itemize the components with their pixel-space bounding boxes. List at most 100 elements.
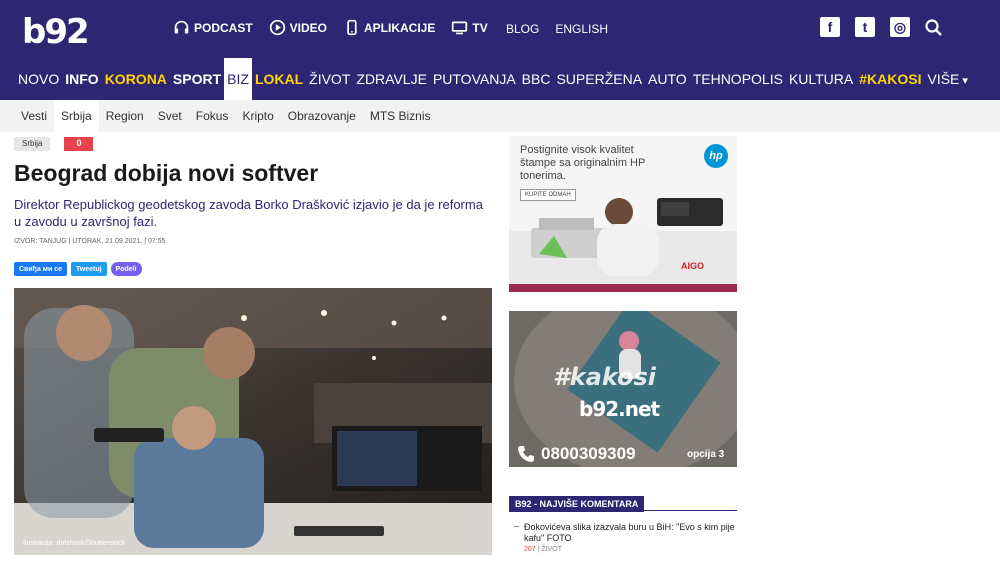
- main-nav-label: BBC: [521, 71, 551, 87]
- tv-label: TV: [472, 20, 488, 35]
- instagram-icon[interactable]: ◎: [890, 17, 910, 37]
- podcast-label: PODCAST: [194, 20, 253, 35]
- hp-logo: hp: [704, 144, 728, 168]
- video-label: VIDEO: [289, 20, 328, 35]
- kakosi-site: b92.net: [579, 397, 660, 421]
- main-nav-label: INFO: [65, 71, 99, 87]
- facebook-like-label: Свиђа ми се: [19, 265, 62, 273]
- hp-ad-bottom-bar: [509, 284, 737, 292]
- main-nav-label: BIZ: [227, 71, 249, 87]
- most-commented-item-count: 207: [524, 546, 536, 553]
- main-nav-item-auto[interactable]: AUTO: [645, 58, 690, 100]
- category-tag[interactable]: Srbija: [14, 137, 51, 151]
- sub-nav: Vesti Srbija Region Svet Fokus Kripto Obrazova…: [0, 100, 1000, 132]
- top-right-links: BLOG ENGLISH: [506, 22, 608, 36]
- viber-share-label: Podeli: [115, 265, 137, 273]
- photo-caption: Ilustracija: dotshock/Shutterstock: [23, 540, 126, 547]
- aigo-logo: AIGO: [681, 261, 705, 271]
- article-tag-row: Srbija 0: [14, 137, 94, 151]
- comment-count-badge[interactable]: 0: [64, 137, 94, 151]
- main-nav-item-biz[interactable]: BIZ: [224, 58, 252, 100]
- article-lead: Direktor Republickog geodetskog zavoda B…: [14, 197, 483, 229]
- podcast-link[interactable]: PODCAST: [173, 19, 253, 36]
- main-nav-item-život[interactable]: ŽIVOT: [306, 58, 353, 100]
- sub-nav-item-obrazovanje[interactable]: Obrazovanje: [281, 100, 363, 132]
- sub-nav-item-vesti[interactable]: Vesti: [14, 100, 54, 132]
- main-nav-item-više[interactable]: VIŠE ▾: [924, 58, 970, 100]
- main-nav-item-bbc[interactable]: BBC: [519, 58, 554, 100]
- article-meta: IZVOR: TANJUG | UTORAK, 21.09.2021. | 07…: [14, 238, 166, 245]
- most-commented-item-title[interactable]: Đokovićeva slika izazvala buru u BiH: "E…: [512, 522, 737, 544]
- main-nav-label: PUTOVANJA: [432, 71, 516, 87]
- main-nav-item-novo[interactable]: NOVO: [15, 58, 62, 100]
- chevron-down-icon: ▾: [962, 75, 968, 87]
- main-nav-label: ZDRAVLJE: [356, 71, 427, 87]
- b92-logo[interactable]: b92: [22, 12, 90, 52]
- most-commented-item-section: ŽIVOT: [541, 546, 563, 553]
- kakosi-phone: 0800309309: [516, 444, 636, 464]
- twitter-icon[interactable]: t: [855, 17, 875, 37]
- main-nav-label: VIŠE: [927, 71, 960, 87]
- facebook-like-button[interactable]: Свиђа ми се: [14, 262, 67, 276]
- main-nav-label: KULTURA: [788, 71, 854, 87]
- tv-icon: [452, 21, 468, 35]
- main-nav-item-kakosi[interactable]: #KAKOSI: [856, 58, 924, 100]
- kakosi-ad[interactable]: #kakosi b92.net 0800309309 opcija 3: [509, 311, 737, 467]
- main-nav-label: TEHNOPOLIS: [692, 71, 783, 87]
- tweet-label: Tweetuj: [76, 265, 102, 273]
- main-nav-label: AUTO: [648, 71, 687, 87]
- video-link[interactable]: VIDEO: [269, 19, 327, 36]
- apps-link[interactable]: APLIKACIJE: [343, 19, 435, 36]
- sub-nav-item-svet[interactable]: Svet: [151, 100, 189, 132]
- main-nav-label: #KAKOSI: [859, 71, 922, 87]
- most-commented-divider: [509, 510, 737, 511]
- main-nav-item-superžena[interactable]: SUPERŽENA: [553, 58, 645, 100]
- main-nav-item-lokal[interactable]: LOKAL: [252, 58, 306, 100]
- sub-nav-item-srbija[interactable]: Srbija: [54, 100, 99, 132]
- main-nav-item-zdravlje[interactable]: ZDRAVLJE: [353, 58, 430, 100]
- kakosi-hashtag: #kakosi: [553, 363, 656, 391]
- hp-ad-text: Postignite visok kvalitet štampe sa orig…: [520, 144, 646, 182]
- main-nav-label: NOVO: [18, 71, 60, 87]
- main-nav-label: LOKAL: [254, 71, 304, 87]
- tv-link[interactable]: TV: [451, 19, 488, 36]
- social-links: f t ◎: [820, 17, 910, 37]
- most-commented-item-meta: 207 | ŽIVOT: [512, 546, 737, 553]
- main-nav-item-kultura[interactable]: KULTURA: [786, 58, 856, 100]
- kakosi-phone-number: 0800309309: [541, 444, 636, 463]
- kakosi-option: opcija 3: [687, 449, 725, 460]
- top-nav: PODCAST VIDEO APLIKACIJE TV: [173, 19, 488, 36]
- blog-link[interactable]: BLOG: [506, 22, 539, 36]
- share-buttons: Свиђа ми се Tweetuj Podeli: [14, 262, 142, 276]
- headphones-icon: [174, 20, 189, 34]
- main-nav-item-korona[interactable]: KORONA: [102, 58, 170, 100]
- top-header: b92 PODCAST VIDEO APLIKACIJE TV BLOG ENG…: [0, 0, 1000, 100]
- english-link[interactable]: ENGLISH: [555, 22, 608, 36]
- facebook-icon[interactable]: f: [820, 17, 840, 37]
- main-nav-label: ŽIVOT: [309, 71, 351, 87]
- main-nav: NOVO INFO KORONA SPORT BIZ LOKAL ŽIVOT ZDRAVLJE…: [0, 58, 1000, 100]
- most-commented-item[interactable]: Đokovićeva slika izazvala buru u BiH: "E…: [512, 522, 737, 553]
- main-nav-label: KORONA: [104, 71, 167, 87]
- apps-label: APLIKACIJE: [364, 20, 436, 35]
- phone-icon: [347, 19, 357, 36]
- main-nav-item-info[interactable]: INFO: [62, 58, 101, 100]
- sub-nav-item-mts-biznis[interactable]: MTS Biznis: [363, 100, 438, 132]
- play-icon: [269, 19, 285, 36]
- search-icon[interactable]: [924, 18, 944, 38]
- main-nav-item-putovanja[interactable]: PUTOVANJA: [430, 58, 519, 100]
- main-nav-label: SPORT: [172, 71, 222, 87]
- viber-share-button[interactable]: Podeli: [110, 262, 142, 276]
- main-nav-label: SUPERŽENA: [556, 71, 643, 87]
- main-nav-item-tehnopolis[interactable]: TEHNOPOLIS: [690, 58, 786, 100]
- article-photo[interactable]: Ilustracija: dotshock/Shutterstock: [14, 288, 492, 555]
- sub-nav-item-kripto[interactable]: Kripto: [235, 100, 280, 132]
- buy-now-button[interactable]: KUPITE ODMAH: [520, 189, 576, 201]
- sub-nav-item-region[interactable]: Region: [99, 100, 151, 132]
- meta-separator: |: [537, 546, 540, 553]
- tweet-button[interactable]: Tweetuj: [71, 262, 107, 276]
- sub-nav-item-fokus[interactable]: Fokus: [189, 100, 236, 132]
- hp-toner-ad[interactable]: Postignite visok kvalitet štampe sa orig…: [509, 136, 737, 292]
- main-nav-item-sport[interactable]: SPORT: [170, 58, 224, 100]
- article-title: Beograd dobija novi softver: [14, 160, 319, 186]
